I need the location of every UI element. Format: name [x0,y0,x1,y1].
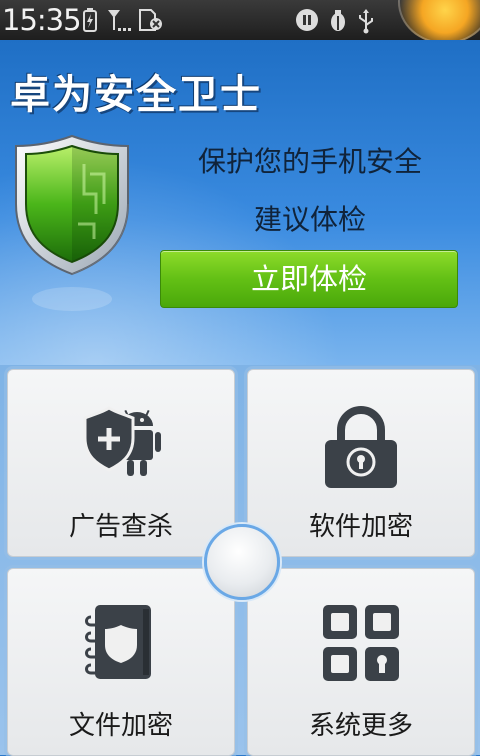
android-shield-icon [83,406,161,476]
sim-card-missing-icon [139,9,162,31]
security-shield-icon [15,134,129,311]
protection-status-text: 保护您的手机安全 [197,145,422,178]
status-bar: 15:35 [0,0,480,44]
check-suggestion-text: 建议体检 [253,203,366,236]
tile-app-lock[interactable]: 软件加密 [247,369,475,557]
usb-icon [359,9,373,34]
tile-system-more[interactable]: 系统更多 [247,568,475,756]
start-checkup-button[interactable]: 立即体检 [160,250,458,308]
grid-lock-icon [323,605,399,681]
padlock-icon [325,406,397,488]
status-time: 15:35 [2,3,82,37]
media-pause-icon [296,9,318,31]
tile-file-encrypt[interactable]: 文件加密 [7,568,235,756]
usb-debug-icon [331,10,345,31]
sun-decoration [398,0,480,44]
no-signal-icon [108,10,131,31]
notebook-shield-icon [85,605,151,679]
app-title: 卓为安全卫士 [10,71,262,118]
tile-label: 文件加密 [68,711,173,741]
tile-label: 广告查杀 [68,512,173,542]
tile-label: 系统更多 [308,711,413,741]
center-knob-button[interactable] [204,524,280,600]
tile-ad-scan[interactable]: 广告查杀 [7,369,235,557]
hero-panel: 卓为安全卫士 保护您的手机安全 建议体检 立即体检 [0,40,480,365]
tile-label: 软件加密 [308,512,413,542]
battery-charging-icon [83,8,97,32]
